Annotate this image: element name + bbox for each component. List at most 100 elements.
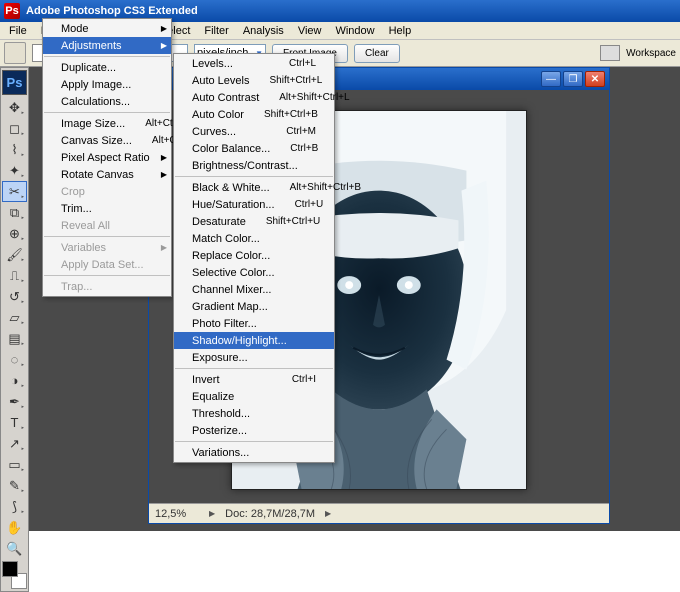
image-menu-item[interactable]: Trim... (43, 200, 171, 217)
adjustments-menu-item[interactable]: Variations... (174, 444, 334, 461)
image-menu-item[interactable]: Duplicate... (43, 59, 171, 76)
tool-stamp[interactable]: ⎍▸ (2, 265, 27, 286)
tool-lasso[interactable]: ⌇▸ (2, 139, 27, 160)
submenu-arrow-icon: ▶ (161, 170, 167, 179)
submenu-arrow-icon: ▶ (161, 153, 167, 162)
adjustments-menu-label: Selective Color... (192, 267, 316, 279)
menu-filter[interactable]: Filter (197, 23, 235, 39)
adjustments-menu-item[interactable]: Posterize... (174, 422, 334, 439)
current-tool-icon[interactable] (4, 42, 26, 64)
image-menu-item[interactable]: Adjustments▶ (43, 37, 171, 54)
adjustments-menu-item[interactable]: Replace Color... (174, 247, 334, 264)
adjustments-menu-label: Exposure... (192, 352, 316, 364)
adjustments-menu-item[interactable]: Levels...Ctrl+L (174, 55, 334, 72)
foreground-color-swatch[interactable] (2, 561, 18, 577)
adjustments-menu-item[interactable]: Auto LevelsShift+Ctrl+L (174, 72, 334, 89)
tool-eraser[interactable]: ▱▸ (2, 307, 27, 328)
tool-eyedrop[interactable]: ⟆▸ (2, 496, 27, 517)
image-menu-item[interactable]: Rotate Canvas▶ (43, 166, 171, 183)
adjustments-menu-label: Auto Contrast (192, 92, 259, 104)
window-close-button[interactable]: ✕ (585, 71, 605, 87)
adjustments-menu-item[interactable]: Photo Filter... (174, 315, 334, 332)
adjustments-menu-item[interactable]: Auto ColorShift+Ctrl+B (174, 106, 334, 123)
adjustments-menu-item[interactable]: Channel Mixer... (174, 281, 334, 298)
color-swatches[interactable] (2, 561, 27, 589)
adjustments-menu-label: Invert (192, 374, 272, 386)
adjustments-menu-item[interactable]: Hue/Saturation...Ctrl+U (174, 196, 334, 213)
adjustments-menu-label: Brightness/Contrast... (192, 160, 316, 172)
tool-notes[interactable]: ✎▸ (2, 475, 27, 496)
image-menu-item[interactable]: Mode▶ (43, 20, 171, 37)
shortcut-text: Shift+Ctrl+L (269, 75, 322, 86)
image-menu-label: Calculations... (61, 96, 153, 108)
adjustments-menu-item[interactable]: Black & White...Alt+Shift+Ctrl+B (174, 179, 334, 196)
adjustments-menu-item[interactable]: Exposure... (174, 349, 334, 366)
adjustments-menu-item[interactable]: DesaturateShift+Ctrl+U (174, 213, 334, 230)
shortcut-text: Ctrl+B (290, 143, 318, 154)
image-menu-item[interactable]: Canvas Size...Alt+Ctrl+C (43, 132, 171, 149)
app-icon: Ps (4, 3, 20, 19)
image-menu-label: Reveal All (61, 220, 153, 232)
tool-shape[interactable]: ▭▸ (2, 454, 27, 475)
status-info-menu-icon[interactable]: ▶ (325, 509, 331, 518)
adjustments-menu-item[interactable]: Threshold... (174, 405, 334, 422)
adjustments-submenu: Levels...Ctrl+LAuto LevelsShift+Ctrl+LAu… (173, 53, 335, 463)
image-menu-item[interactable]: Calculations... (43, 93, 171, 110)
shortcut-text: Ctrl+U (295, 199, 324, 210)
tool-zoom[interactable]: 🔍 (2, 538, 27, 559)
app-window: Ps Adobe Photoshop CS3 Extended File Edi… (0, 0, 680, 531)
menu-window[interactable]: Window (328, 23, 381, 39)
adjustments-menu-label: Threshold... (192, 408, 316, 420)
tool-gradient[interactable]: ▤▸ (2, 328, 27, 349)
adjustments-menu-label: Desaturate (192, 216, 246, 228)
tool-brush[interactable]: 🖌▸ (2, 244, 27, 265)
adjustments-menu-item[interactable]: Shadow/Highlight... (174, 332, 334, 349)
menu-file[interactable]: File (2, 23, 34, 39)
image-menu-item: Trap... (43, 278, 171, 295)
adjustments-menu-item[interactable]: Brightness/Contrast... (174, 157, 334, 174)
submenu-arrow-icon: ▶ (161, 243, 167, 252)
adjustments-menu-label: Equalize (192, 391, 316, 403)
adjustments-menu-item[interactable]: Match Color... (174, 230, 334, 247)
tool-pen[interactable]: ✒▸ (2, 391, 27, 412)
menu-view[interactable]: View (291, 23, 329, 39)
shortcut-text: Shift+Ctrl+B (264, 109, 318, 120)
tool-heal[interactable]: ⊕▸ (2, 223, 27, 244)
image-menu-label: Pixel Aspect Ratio (61, 152, 153, 164)
tool-marquee[interactable]: ◻▸ (2, 118, 27, 139)
image-menu-item[interactable]: Image Size...Alt+Ctrl+I (43, 115, 171, 132)
tool-dodge[interactable]: ◑▸ (2, 370, 27, 391)
tool-path[interactable]: ↗▸ (2, 433, 27, 454)
tool-blur[interactable]: ◌▸ (2, 349, 27, 370)
adjustments-menu-item[interactable]: InvertCtrl+I (174, 371, 334, 388)
adjustments-menu-label: Posterize... (192, 425, 316, 437)
submenu-arrow-icon: ▶ (161, 24, 167, 33)
adjustments-menu-item[interactable]: Auto ContrastAlt+Shift+Ctrl+L (174, 89, 334, 106)
tool-crop[interactable]: ✂▸ (2, 181, 27, 202)
menu-analysis[interactable]: Analysis (236, 23, 291, 39)
adjustments-menu-item[interactable]: Curves...Ctrl+M (174, 123, 334, 140)
shortcut-text: Alt+Shift+Ctrl+B (290, 182, 361, 193)
adjustments-menu-item[interactable]: Gradient Map... (174, 298, 334, 315)
tool-type[interactable]: T▸ (2, 412, 27, 433)
status-menu-icon[interactable]: ▶ (209, 509, 215, 518)
tool-wand[interactable]: ✦▸ (2, 160, 27, 181)
window-minimize-button[interactable]: — (541, 71, 561, 87)
tool-history[interactable]: ↺▸ (2, 286, 27, 307)
image-menu-item[interactable]: Apply Image... (43, 76, 171, 93)
workspace-switcher-icon[interactable] (600, 45, 620, 61)
tool-move[interactable]: ✥▸ (2, 97, 27, 118)
tool-slice[interactable]: ⧉▸ (2, 202, 27, 223)
adjustments-menu-item[interactable]: Equalize (174, 388, 334, 405)
zoom-level[interactable]: 12,5% (155, 508, 199, 520)
doc-size-info: Doc: 28,7M/28,7M (225, 508, 315, 520)
window-maximize-button[interactable]: ❐ (563, 71, 583, 87)
tool-hand[interactable]: ✋ (2, 517, 27, 538)
menubar: File Edit Image Layer Select Filter Anal… (0, 22, 680, 40)
adjustments-menu-item[interactable]: Color Balance...Ctrl+B (174, 140, 334, 157)
image-menu-item[interactable]: Pixel Aspect Ratio ▶ (43, 149, 171, 166)
menu-help[interactable]: Help (382, 23, 419, 39)
adjustments-menu-item[interactable]: Selective Color... (174, 264, 334, 281)
clear-button[interactable]: Clear (354, 44, 400, 63)
image-menu-item: Reveal All (43, 217, 171, 234)
